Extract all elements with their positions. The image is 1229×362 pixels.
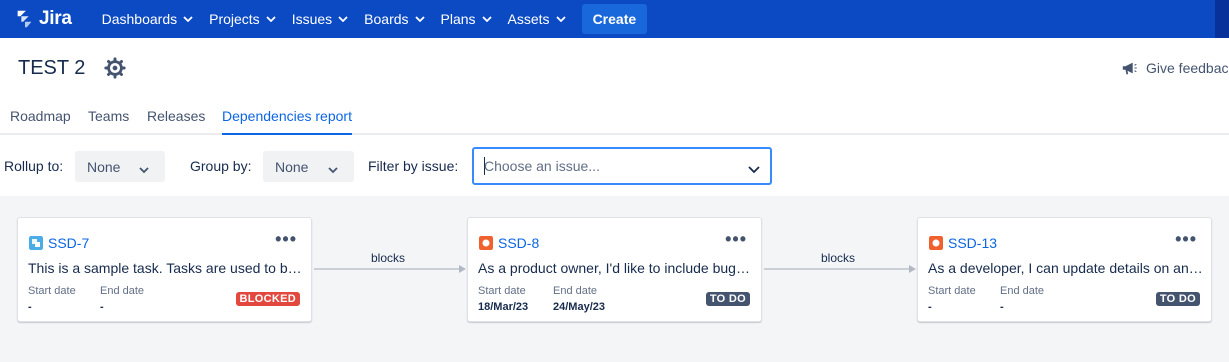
top-navigation: Jira Dashboards Projects Issues Boards P…	[0, 0, 1229, 38]
chevron-down-icon	[338, 16, 348, 22]
start-date-label: Start date	[478, 285, 526, 297]
more-options-icon[interactable]: •••	[275, 230, 297, 248]
nav-label: Dashboards	[101, 11, 178, 27]
group-by-label: Group by:	[190, 158, 252, 174]
status-badge: BLOCKED	[235, 292, 300, 306]
tab-teams[interactable]: Teams	[88, 108, 129, 135]
more-options-icon[interactable]: •••	[1175, 230, 1197, 248]
issue-key-link[interactable]: SSD-13	[948, 235, 997, 251]
chevron-down-icon	[748, 161, 760, 179]
start-date-label: Start date	[28, 285, 76, 297]
start-date-label: Start date	[928, 285, 976, 297]
issue-summary: As a product owner, I'd like to include …	[478, 260, 754, 276]
status-badge: TO DO	[705, 292, 750, 306]
rollup-select[interactable]: None	[75, 151, 165, 182]
create-button[interactable]: Create	[581, 4, 648, 34]
issue-card-ssd-13[interactable]: SSD-13 ••• As a developer, I can update …	[917, 217, 1212, 322]
nav-label: Assets	[507, 11, 550, 27]
issue-key-link[interactable]: SSD-7	[48, 235, 89, 251]
issue-card-ssd-8[interactable]: SSD-8 ••• As a product owner, I'd like t…	[467, 217, 762, 322]
chevron-down-icon	[481, 16, 492, 22]
nav-label: Boards	[364, 11, 409, 27]
tab-dependencies-report[interactable]: Dependencies report	[222, 108, 352, 135]
jira-logo-icon	[17, 10, 32, 28]
more-options-icon[interactable]: •••	[725, 230, 747, 248]
megaphone-icon	[1122, 62, 1137, 75]
logo-text: Jira	[39, 8, 72, 29]
nav-label: Issues	[291, 11, 333, 27]
group-by-select[interactable]: None	[263, 151, 354, 182]
issue-filter-input[interactable]: Choose an issue...	[472, 147, 772, 185]
rollup-value: None	[87, 158, 121, 175]
jira-logo[interactable]: Jira	[14, 8, 72, 30]
issue-card-ssd-7[interactable]: SSD-7 ••• This is a sample task. Tasks a…	[17, 217, 312, 322]
chevron-down-icon	[328, 161, 338, 177]
task-type-icon	[29, 236, 43, 250]
rollup-label: Rollup to:	[4, 158, 64, 174]
story-type-icon	[929, 236, 943, 250]
dependency-arrow	[314, 265, 466, 273]
search-input[interactable]	[1215, 0, 1229, 38]
nav-boards[interactable]: Boards	[356, 0, 432, 38]
chevron-down-icon	[183, 16, 193, 22]
nav-assets[interactable]: Assets	[500, 0, 574, 38]
end-date-value: -	[1000, 301, 1004, 313]
start-date-value: -	[928, 301, 932, 313]
nav-dashboards[interactable]: Dashboards	[94, 0, 202, 38]
start-date-value: 18/Mar/23	[478, 301, 529, 313]
tab-bar: Roadmap Teams Releases Dependencies repo…	[0, 100, 1229, 135]
give-feedback-button[interactable]: Give feedbac	[1121, 59, 1229, 77]
tab-roadmap[interactable]: Roadmap	[10, 108, 71, 135]
page-title: TEST 2	[18, 57, 86, 79]
chevron-down-icon	[266, 16, 276, 22]
issue-summary: As a developer, I can update details on …	[928, 260, 1204, 276]
group-by-value: None	[275, 158, 309, 175]
end-date-value: -	[100, 301, 104, 313]
nav-label: Plans	[440, 11, 476, 27]
story-type-icon	[479, 236, 493, 250]
end-date-value: 24/May/23	[553, 301, 605, 313]
chevron-down-icon	[414, 16, 425, 22]
chevron-down-icon	[555, 16, 566, 22]
nav-plans[interactable]: Plans	[433, 0, 500, 38]
issue-key-link[interactable]: SSD-8	[498, 235, 539, 251]
gear-icon[interactable]	[104, 57, 126, 79]
dependency-arrow	[764, 265, 916, 273]
nav-issues[interactable]: Issues	[284, 0, 356, 38]
end-date-label: End date	[553, 285, 598, 297]
nav-projects[interactable]: Projects	[201, 0, 284, 38]
chevron-down-icon	[139, 161, 149, 177]
end-date-label: End date	[100, 285, 145, 297]
status-badge: TO DO	[1155, 292, 1200, 306]
tab-releases[interactable]: Releases	[147, 108, 205, 135]
issue-summary: This is a sample task. Tasks are used to…	[28, 260, 304, 276]
issue-filter-placeholder: Choose an issue...	[484, 158, 600, 174]
feedback-label: Give feedbac	[1146, 60, 1229, 76]
nav-label: Projects	[209, 11, 260, 27]
end-date-label: End date	[1000, 285, 1045, 297]
start-date-value: -	[28, 301, 32, 313]
filter-by-issue-label: Filter by issue:	[368, 158, 459, 174]
